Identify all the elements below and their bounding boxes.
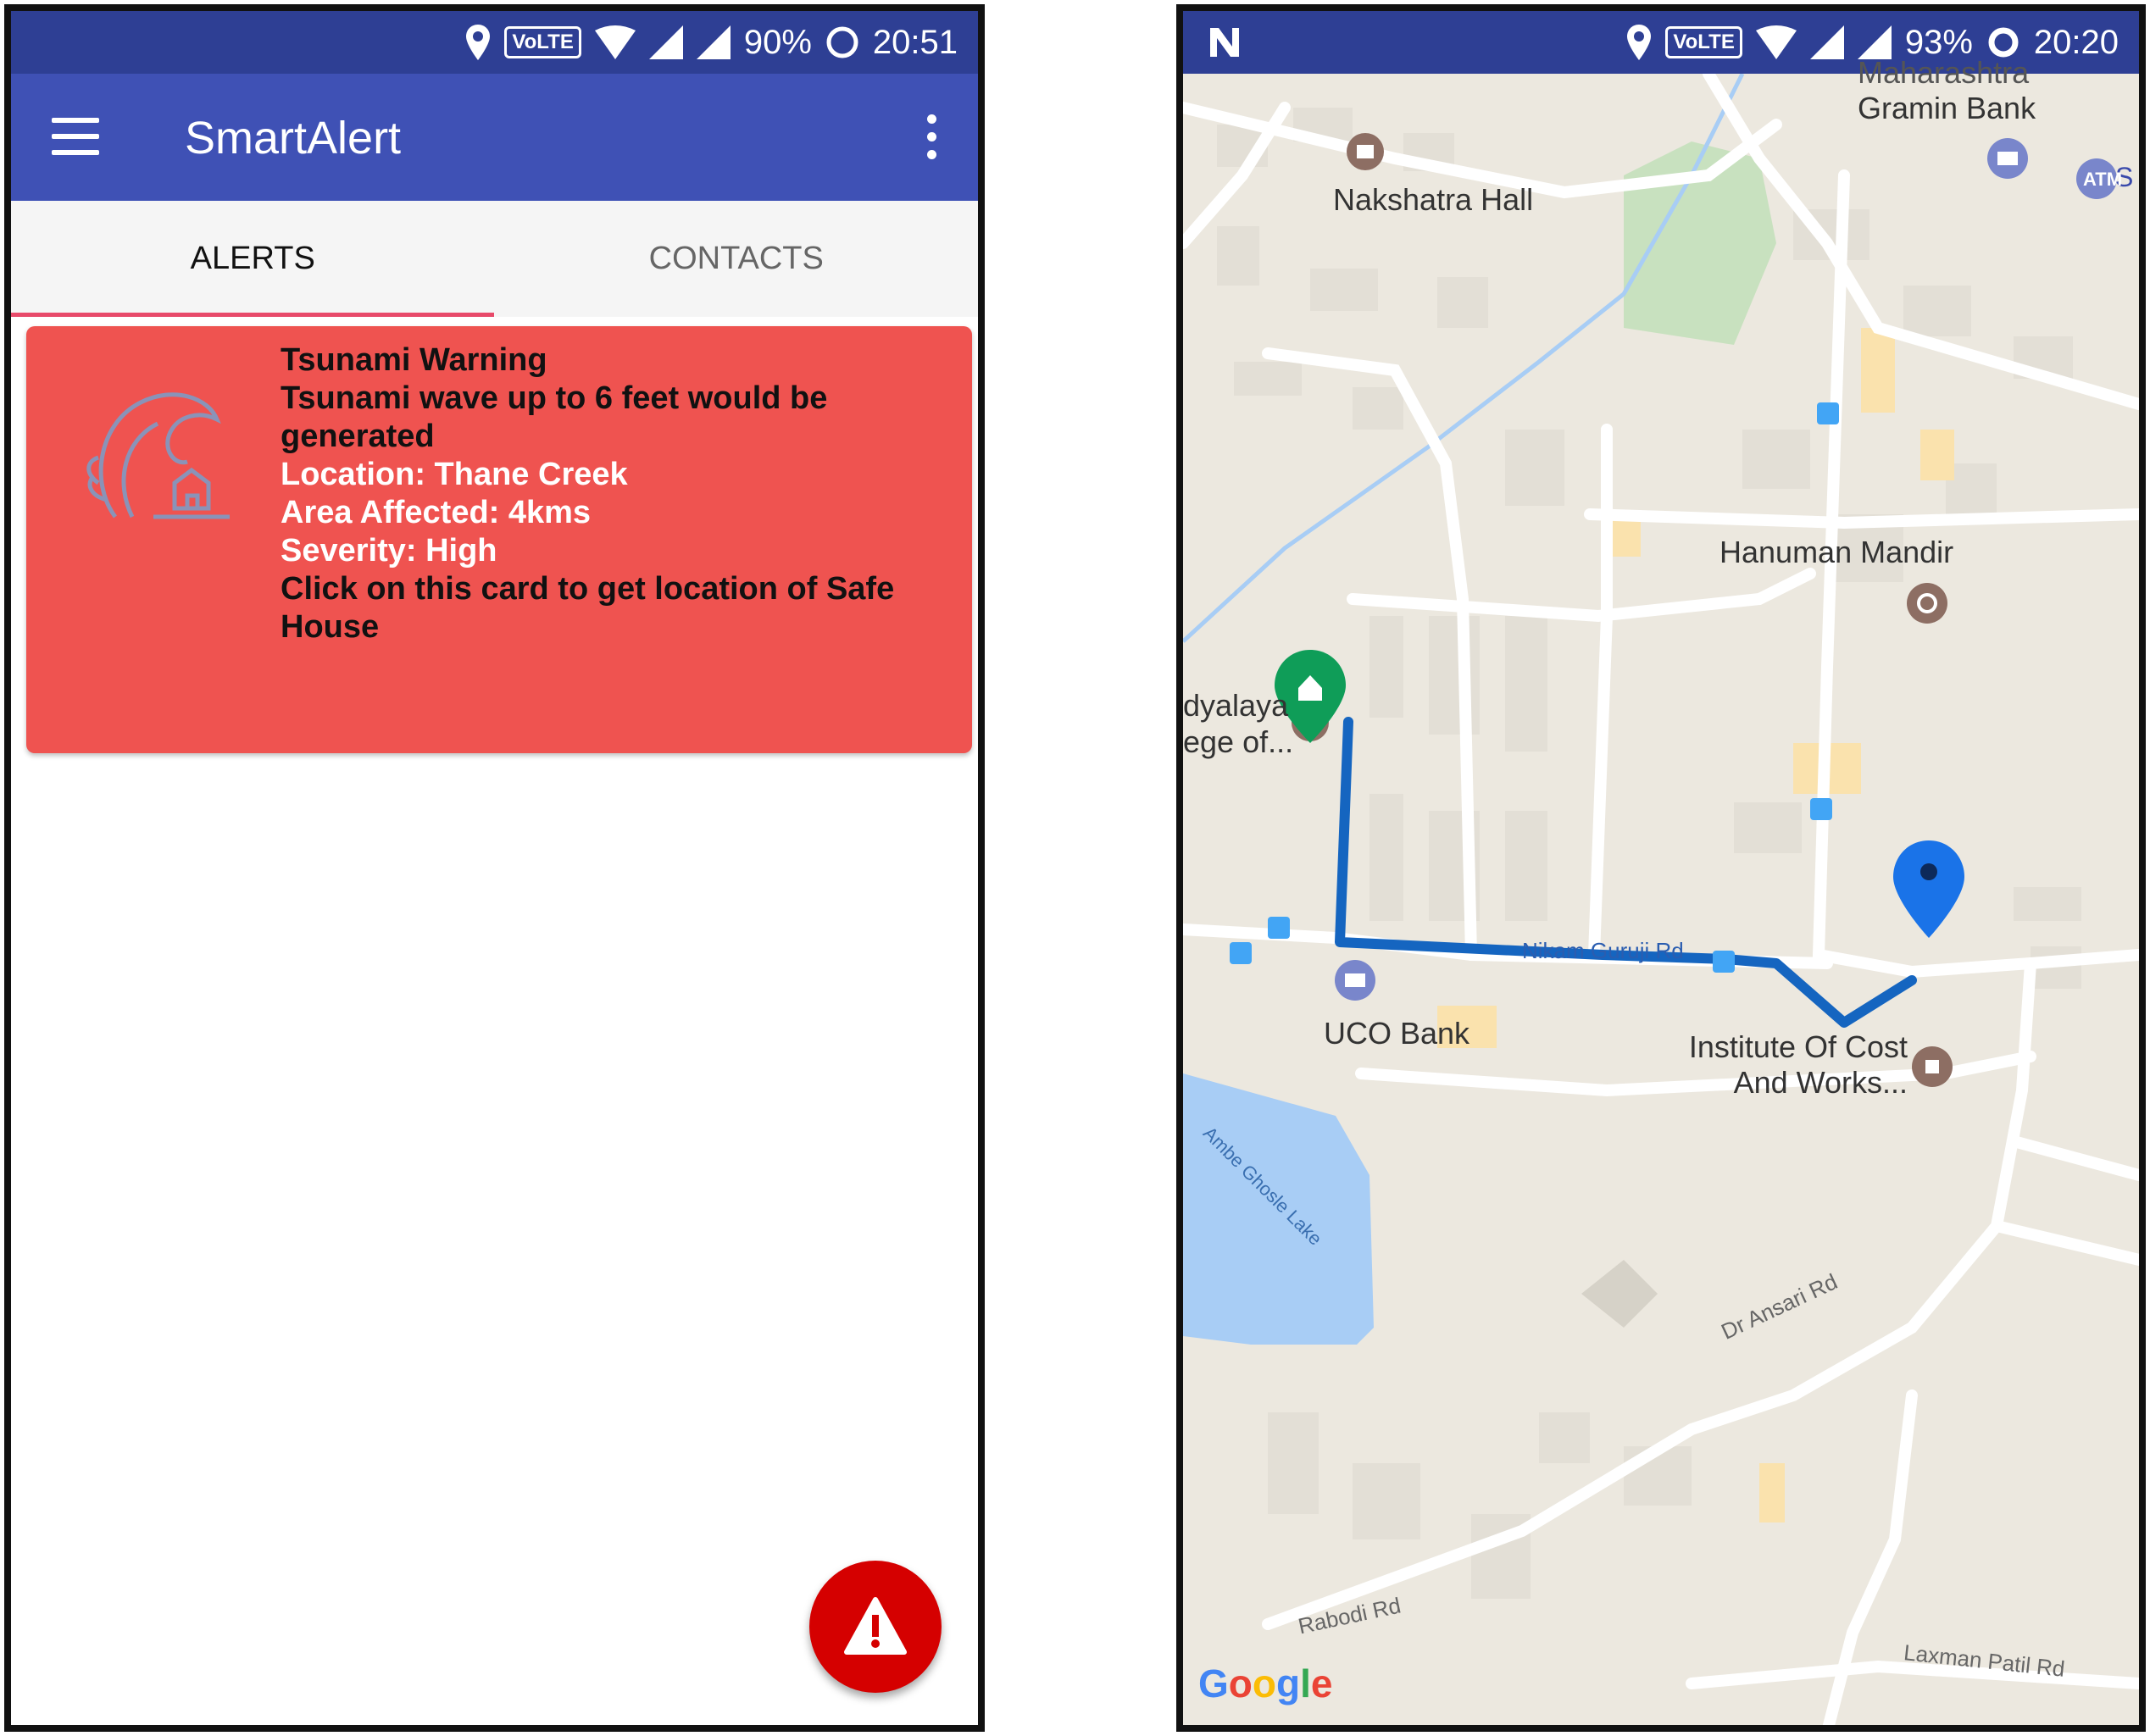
alert-details: Tsunami Warning Tsunami wave up to 6 fee… xyxy=(281,341,942,646)
place-label-maharashtra: Maharashtra xyxy=(1858,55,2030,90)
status-time: 20:51 xyxy=(872,23,958,61)
map-canvas[interactable] xyxy=(1183,74,2139,1732)
place-label-vidyalaya[interactable]: dyalaya xyxy=(1183,688,1288,724)
google-logo-l: l xyxy=(1300,1661,1311,1705)
volte-indicator: VoLTE xyxy=(504,26,581,58)
app-bar: SmartAlert xyxy=(11,74,978,201)
google-logo-g: G xyxy=(1198,1661,1229,1705)
signal-icon-1 xyxy=(648,25,683,59)
signal-icon-2 xyxy=(696,25,731,59)
google-logo-g2: g xyxy=(1276,1661,1301,1705)
google-logo-o1: o xyxy=(1228,1661,1253,1705)
active-tab-indicator xyxy=(11,313,494,317)
place-label-college[interactable]: ege of... xyxy=(1183,724,1293,760)
location-icon xyxy=(1627,25,1652,60)
google-logo-e: e xyxy=(1310,1661,1333,1705)
tab-alerts[interactable]: ALERTS xyxy=(11,201,495,317)
road-label-nikam-guruji: Nikam Guruji Rd xyxy=(1522,938,1684,963)
map-phone-screen: VoLTE 93% 20:20 Maharashtra Gramin Bank … xyxy=(1176,4,2146,1732)
alert-instruction: Click on this card to get location of Sa… xyxy=(281,571,895,645)
place-label-institute-line2[interactable]: And Works... xyxy=(1679,1065,1908,1101)
atm-label: ATM xyxy=(2083,169,2123,190)
alert-title: Tsunami Warning xyxy=(281,342,547,378)
signal-icon-1 xyxy=(1809,25,1844,59)
hanuman-mandir-poi-icon[interactable] xyxy=(1907,583,1947,624)
tab-bar: ALERTS CONTACTS xyxy=(11,201,978,317)
more-options-icon[interactable] xyxy=(927,114,937,168)
battery-icon xyxy=(1988,27,2019,58)
uco-bank-poi-icon[interactable] xyxy=(1335,960,1375,1001)
alert-description: Tsunami wave up to 6 feet would be gener… xyxy=(281,380,828,454)
tsunami-wave-icon xyxy=(86,392,230,519)
volte-indicator: VoLTE xyxy=(1665,26,1742,58)
wifi-icon xyxy=(1755,25,1797,59)
battery-icon xyxy=(826,26,858,58)
place-label-institute-line1[interactable]: Institute Of Cost xyxy=(1679,1029,1908,1065)
location-icon xyxy=(466,25,491,60)
alert-fab-button[interactable] xyxy=(809,1561,942,1693)
notification-n-icon xyxy=(1210,28,1239,57)
institute-poi-icon[interactable] xyxy=(1912,1046,1953,1087)
smartalert-phone-screen: VoLTE 90% 20:51 SmartAlert ALERTS CONTAC… xyxy=(4,4,985,1732)
app-title: SmartAlert xyxy=(185,113,402,164)
alert-location: Location: Thane Creek xyxy=(281,457,628,492)
alert-area: Area Affected: 4kms xyxy=(281,495,592,530)
status-bar: VoLTE 90% 20:51 xyxy=(11,11,978,74)
place-label-nakshatra-hall[interactable]: Nakshatra Hall xyxy=(1333,182,1533,218)
google-logo: Google xyxy=(1198,1661,1332,1706)
alert-card[interactable]: Tsunami Warning Tsunami wave up to 6 fee… xyxy=(26,326,972,753)
google-logo-o2: o xyxy=(1252,1661,1276,1705)
map-view[interactable]: Maharashtra Gramin Bank S ATM Nakshatra … xyxy=(1183,55,2139,1725)
place-label-hanuman-mandir[interactable]: Hanuman Mandir xyxy=(1719,535,1953,570)
warning-icon xyxy=(844,1597,907,1655)
signal-icon-2 xyxy=(1857,25,1892,59)
tab-contacts[interactable]: CONTACTS xyxy=(495,201,979,317)
alert-severity: Severity: High xyxy=(281,533,497,568)
gramin-bank-poi-icon[interactable] xyxy=(1987,138,2028,179)
battery-percent: 90% xyxy=(743,23,812,61)
place-label-gramin-bank[interactable]: Gramin Bank xyxy=(1858,91,2036,126)
nakshatra-hall-poi-icon[interactable] xyxy=(1347,133,1384,170)
wifi-icon xyxy=(594,25,636,59)
hamburger-menu-icon[interactable] xyxy=(52,118,99,157)
status-time: 20:20 xyxy=(2033,23,2119,61)
place-label-uco-bank[interactable]: UCO Bank xyxy=(1324,1016,1469,1051)
